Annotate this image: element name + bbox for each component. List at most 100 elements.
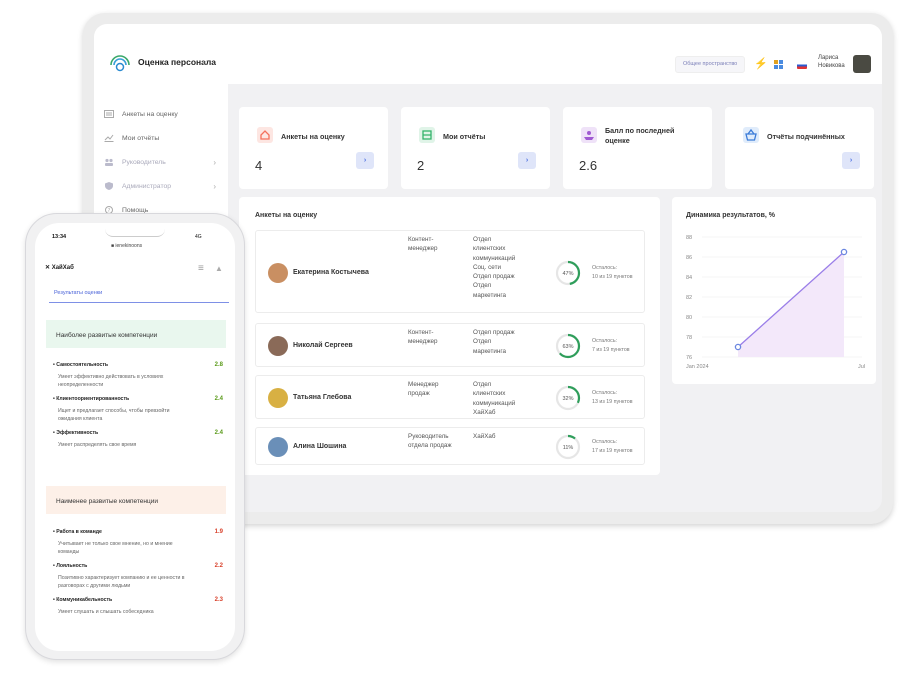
- competency-item: • Клиентоориентированность 2.4 Ищет и пр…: [53, 396, 223, 423]
- table-row[interactable]: Екатерина Костычева Контент-менеджер Отд…: [255, 230, 645, 313]
- apps-grid-icon[interactable]: [774, 60, 783, 69]
- competency-name-text: Работа в команде: [56, 529, 102, 535]
- competency-name-text: Самостоятельность: [56, 362, 109, 368]
- results-line-chart: 88 86 84 82 80 78 76 Jan 2024 Jul: [686, 235, 865, 370]
- department-line: ХайХаб: [473, 433, 496, 440]
- competency-name-text: Коммуникабельность: [56, 597, 113, 603]
- bolt-icon[interactable]: ⚡: [754, 57, 768, 70]
- employee-name: Алина Шошина: [293, 443, 347, 450]
- competency-description: Учитывает не только свое мнение, но и мн…: [53, 540, 223, 556]
- competency-description: Позитивно характеризует компанию и ее це…: [53, 574, 223, 590]
- app-logo[interactable]: Оценка персонала: [108, 50, 216, 74]
- competency-score: 1.9: [214, 529, 223, 535]
- language-flag-icon[interactable]: [797, 62, 807, 69]
- phone-notch: [105, 223, 165, 237]
- worst-competencies-header: Наименее развитые компетенции: [46, 486, 226, 514]
- remaining-text: Осталось: 13 из 19 пунктов: [592, 389, 633, 407]
- shield-icon: [105, 182, 113, 190]
- user-name[interactable]: Лариса Новикова: [818, 54, 845, 70]
- department-line: Отдел: [473, 282, 492, 290]
- x-tick-label: Jul: [858, 364, 865, 370]
- employee-department: Отдел клиентских коммуникаций ХайХаб: [473, 380, 515, 417]
- users-icon: [105, 158, 113, 166]
- avatar: [268, 388, 288, 408]
- best-competencies-header: Наиболее развитые компетенции: [46, 320, 226, 348]
- tab-results[interactable]: Результаты оценки: [54, 290, 102, 296]
- sidebar-item-surveys[interactable]: Анкеты на оценку: [104, 102, 216, 126]
- description-line: команды: [58, 549, 80, 555]
- surveys-panel: Анкеты на оценку Екатерина Костычева Кон…: [239, 197, 660, 475]
- sidebar-item-label: Анкеты на оценку: [122, 110, 178, 118]
- menu-icon[interactable]: ≡: [198, 263, 204, 274]
- avatar[interactable]: [853, 55, 871, 73]
- competency-description: Умеет распределять свое время: [53, 441, 223, 449]
- stat-value: 4: [255, 158, 263, 173]
- open-subordinates-button[interactable]: ›: [842, 152, 860, 169]
- avatar: [268, 262, 288, 283]
- mobile-logo[interactable]: ✕ ХайХаб: [45, 264, 74, 271]
- progress-label: 63%: [562, 344, 573, 350]
- table-row[interactable]: Татьяна Глебова Менеджер продаж Отдел клие…: [255, 375, 645, 419]
- y-tick-label: 86: [686, 255, 692, 261]
- description-line: Ищет и предлагает способы, чтобы превзой…: [58, 408, 170, 414]
- position-line: Менеджер: [408, 381, 439, 388]
- sidebar-item-admin[interactable]: Администратор ›: [104, 174, 216, 198]
- workspace-button[interactable]: Общее пространство: [675, 56, 746, 73]
- browser-url: ■ ienekinoons: [111, 243, 143, 249]
- competency-description: Ищет и предлагает способы, чтобы превзой…: [53, 407, 223, 423]
- sidebar-item-label: Руководитель: [122, 158, 166, 166]
- stat-card-subordinates: Отчёты подчинённых ›: [725, 107, 874, 189]
- position-line: отдела продаж: [408, 442, 452, 450]
- user-last-name: Новикова: [818, 63, 845, 69]
- competency-item: • Работа в команде 1.9 Учитывает не толь…: [53, 529, 223, 556]
- remaining-count: 17 из 19 пунктов: [592, 448, 633, 454]
- position-line: менеджер: [408, 338, 438, 346]
- stat-card-surveys: Анкеты на оценку 4 ›: [239, 107, 388, 189]
- progress-label: 32%: [562, 396, 573, 402]
- description-line: неопределенности: [58, 382, 104, 388]
- stat-card-score: Балл по последней оценке 2.6: [563, 107, 712, 189]
- remaining-text: Осталось: 10 из 19 пунктов: [592, 264, 633, 282]
- description-line: ожидания клиента: [58, 416, 103, 422]
- report-icon: [419, 127, 435, 143]
- collapse-sidebar-icon[interactable]: «: [202, 57, 208, 68]
- employee-department: Отдел клиентских коммуникаций Соц. сети Отде…: [473, 235, 515, 300]
- competency-item: • Лояльность 2.2 Позитивно характеризует…: [53, 563, 223, 590]
- progress-ring: 63%: [555, 333, 581, 359]
- data-point[interactable]: [840, 248, 848, 256]
- competency-name: • Эффективность: [53, 430, 99, 436]
- sidebar-item-reports[interactable]: Мои отчёты: [104, 126, 216, 150]
- stat-title: Анкеты на оценку: [281, 132, 345, 141]
- stat-title-line: оценке: [605, 136, 630, 145]
- top-bar: Общее пространство ⚡ Лариса Новикова: [228, 24, 882, 84]
- department-line: Отдел: [473, 338, 492, 346]
- competency-item: • Самостоятельность 2.8 Умеет эффективно…: [53, 362, 223, 389]
- stat-title: Отчёты подчинённых: [767, 132, 845, 141]
- competency-name-text: Лояльность: [56, 563, 88, 569]
- y-tick-label: 76: [686, 355, 692, 361]
- table-row[interactable]: Николай Сергеев Контент-менеджер Отдел п…: [255, 323, 645, 367]
- data-point[interactable]: [734, 343, 742, 351]
- department-line: клиентских: [473, 245, 506, 253]
- sidebar-item-manager[interactable]: Руководитель ›: [104, 150, 216, 174]
- position-line: продаж: [408, 390, 430, 398]
- table-row[interactable]: Алина Шошина Руководитель отдела продаж Х…: [255, 427, 645, 465]
- description-line: Умеет эффективно действовать в условиях: [58, 374, 164, 380]
- stat-card-reports: Мои отчёты 2 ›: [401, 107, 550, 189]
- open-reports-button[interactable]: ›: [518, 152, 536, 169]
- progress-ring: 11%: [555, 434, 581, 460]
- user-icon[interactable]: ▲: [215, 264, 223, 273]
- employee-position: Контент-менеджер: [408, 328, 438, 347]
- stat-title: Балл по последней оценке: [605, 126, 674, 146]
- department-line: Соц. сети: [473, 263, 501, 271]
- competency-name-text: Эффективность: [56, 430, 99, 436]
- department-line: маркетинга: [473, 347, 506, 355]
- y-tick-label: 82: [686, 295, 692, 301]
- sidebar-nav: Анкеты на оценку Мои отчёты Руководитель…: [104, 102, 216, 222]
- competency-name: • Клиентоориентированность: [53, 396, 130, 402]
- competency-score: 2.4: [214, 430, 223, 436]
- status-network: 4G: [195, 234, 202, 240]
- employee-position: Менеджер продаж: [408, 380, 439, 399]
- open-surveys-button[interactable]: ›: [356, 152, 374, 169]
- remaining-text: Осталось: 17 из 19 пунктов: [592, 438, 633, 456]
